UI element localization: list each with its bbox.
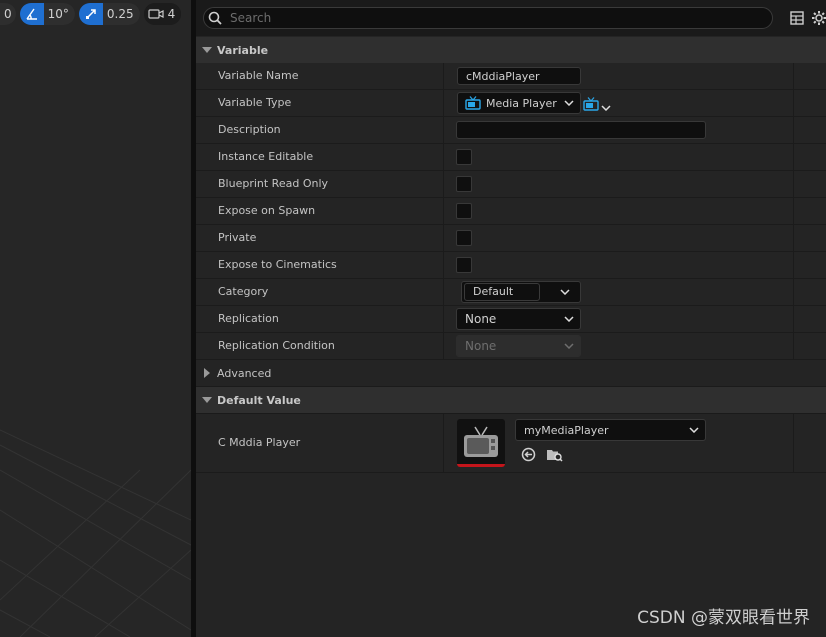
variable-type-dropdown[interactable]: Media Player <box>457 92 581 114</box>
scale-arrow-icon[interactable] <box>78 3 103 25</box>
expose-to-cinematics-checkbox[interactable] <box>456 257 472 273</box>
replication-value: None <box>465 312 497 326</box>
property-label: Private <box>218 231 257 244</box>
use-selected-asset-icon[interactable] <box>520 446 536 462</box>
expose-on-spawn-checkbox[interactable] <box>456 203 472 219</box>
expose-to-cinematics-row: Expose to Cinematics <box>196 252 826 279</box>
replication-row: Replication None <box>196 306 826 333</box>
property-label: Replication Condition <box>218 339 335 352</box>
rotation-snap-toggle[interactable]: 10° <box>19 3 75 25</box>
property-label: Variable Name <box>218 69 299 82</box>
property-label: Expose to Cinematics <box>218 258 337 271</box>
instance-editable-checkbox[interactable] <box>456 149 472 165</box>
viewport-grid <box>0 429 191 637</box>
property-label: C Mddia Player <box>218 436 301 449</box>
instance-editable-row: Instance Editable <box>196 144 826 171</box>
property-label: Expose on Spawn <box>218 204 316 217</box>
property-label: Description <box>218 123 281 136</box>
advanced-label: Advanced <box>217 366 272 380</box>
description-field[interactable] <box>456 121 706 139</box>
grid-snap-value: 0 <box>0 3 16 25</box>
section-title: Variable <box>217 43 269 57</box>
chevron-down-icon <box>558 343 580 349</box>
search-input[interactable] <box>226 11 750 25</box>
settings-gear-icon[interactable] <box>810 9 826 27</box>
details-panel: Variable Variable Name cMddiaPlayer Vari… <box>196 0 826 637</box>
viewport-grid-snap[interactable]: 0 <box>0 3 16 25</box>
angle-icon[interactable] <box>19 3 44 25</box>
chevron-down-icon <box>558 100 580 106</box>
expand-arrow-down-icon <box>197 46 217 54</box>
property-label: Variable Type <box>218 96 292 109</box>
section-title: Default Value <box>217 393 301 407</box>
advanced-expander[interactable]: Advanced <box>196 360 826 387</box>
category-combobox[interactable]: Default <box>461 281 581 303</box>
search-icon <box>204 11 226 25</box>
replication-condition-row: Replication Condition None <box>196 333 826 360</box>
variable-name-row: Variable Name cMddiaPlayer <box>196 63 826 90</box>
property-label: Instance Editable <box>218 150 314 163</box>
asset-picker-value: myMediaPlayer <box>524 423 609 437</box>
default-media-player-row: C Mddia Player <box>196 414 826 473</box>
variable-section-header[interactable]: Variable <box>196 37 826 64</box>
asset-picker-dropdown[interactable]: myMediaPlayer <box>515 419 706 441</box>
tv-icon <box>464 426 498 457</box>
asset-thumbnail[interactable] <box>457 419 505 467</box>
rotation-snap-value[interactable]: 10° <box>43 3 75 25</box>
expose-on-spawn-row: Expose on Spawn <box>196 198 826 225</box>
camera-speed-value: 4 <box>167 3 182 25</box>
chevron-down-icon <box>558 316 580 322</box>
replication-dropdown[interactable]: None <box>456 308 581 330</box>
variable-name-field[interactable]: cMddiaPlayer <box>457 67 581 85</box>
viewport-toolbar: 0 10° 0.25 4 <box>0 3 182 25</box>
chevron-down-icon[interactable] <box>554 282 576 302</box>
private-checkbox[interactable] <box>456 230 472 246</box>
property-label: Replication <box>218 312 279 325</box>
media-tv-icon <box>462 96 484 110</box>
browse-to-asset-icon[interactable] <box>545 446 563 462</box>
property-label: Category <box>218 285 269 298</box>
camera-icon <box>143 3 168 25</box>
expand-arrow-right-icon <box>197 368 217 378</box>
variable-type-row: Variable Type Media Player <box>196 90 826 117</box>
private-row: Private <box>196 225 826 252</box>
chevron-down-icon <box>683 427 705 433</box>
blueprint-read-only-checkbox[interactable] <box>456 176 472 192</box>
details-search-bar <box>196 0 826 36</box>
replication-condition-dropdown: None <box>456 335 581 357</box>
search-box[interactable] <box>203 7 773 29</box>
expand-arrow-down-icon <box>197 396 217 404</box>
description-row: Description <box>196 117 826 144</box>
scale-snap-value[interactable]: 0.25 <box>102 3 140 25</box>
chevron-down-icon <box>601 96 611 115</box>
level-viewport[interactable]: 0 10° 0.25 4 <box>0 0 191 637</box>
variable-type-label: Media Player <box>486 96 557 110</box>
replication-condition-value: None <box>465 339 497 353</box>
property-label: Blueprint Read Only <box>218 177 329 190</box>
asset-type-color-bar <box>457 464 505 467</box>
scale-snap-toggle[interactable]: 0.25 <box>78 3 140 25</box>
camera-speed-button[interactable]: 4 <box>143 3 182 25</box>
category-row: Category Default <box>196 279 826 306</box>
category-input[interactable]: Default <box>464 283 540 301</box>
watermark: CSDN @蒙双眼看世界 <box>637 608 810 628</box>
property-matrix-icon[interactable] <box>788 9 806 27</box>
media-tv-icon <box>583 96 599 115</box>
blueprint-read-only-row: Blueprint Read Only <box>196 171 826 198</box>
default-value-section-header[interactable]: Default Value <box>196 387 826 414</box>
container-type-dropdown[interactable] <box>583 96 611 115</box>
